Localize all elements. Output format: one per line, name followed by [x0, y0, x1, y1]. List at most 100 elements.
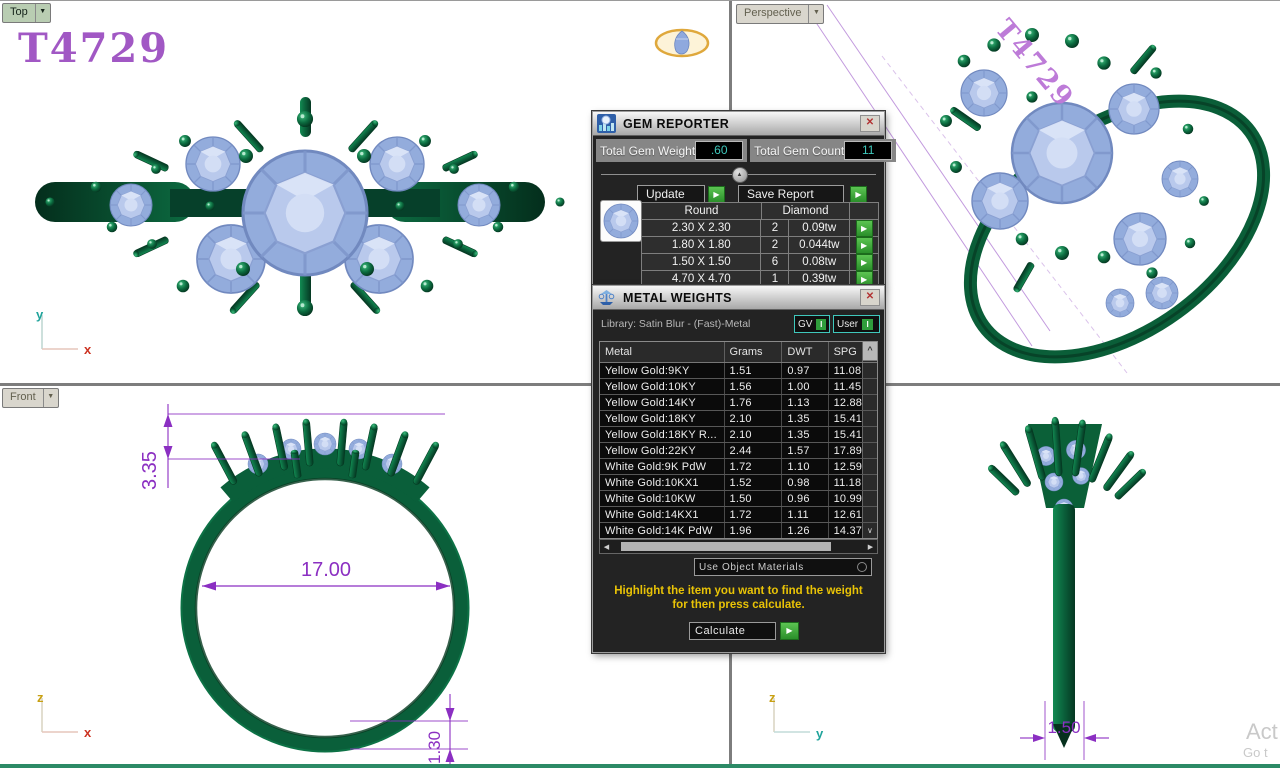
gv-toggle-icon[interactable]: I — [816, 319, 826, 330]
viewport-tab-label: Front — [3, 389, 43, 407]
save-report-go-icon[interactable]: ▶ — [850, 186, 867, 203]
matrix-cad-window: y x T4729 Top ▼ — [0, 0, 1280, 768]
vertical-scrollbar-track[interactable] — [862, 443, 877, 458]
gem-reporter-titlebar[interactable]: GEM REPORTER ✕ — [593, 112, 884, 136]
vertical-scrollbar-track[interactable] — [862, 379, 877, 394]
gem-table-row[interactable]: 2.30 X 2.30 2 0.09tw ▶ — [642, 219, 878, 236]
metal-weights-titlebar[interactable]: METAL WEIGHTS ✕ — [593, 286, 884, 310]
metal-grams: 1.51 — [724, 363, 782, 378]
vertical-scrollbar[interactable]: ^ — [862, 342, 877, 362]
metal-row[interactable]: White Gold:14K PdW 1.96 1.26 14.37 ∨ — [600, 523, 877, 538]
user-button-label: User — [837, 319, 858, 330]
radio-icon[interactable] — [857, 562, 867, 572]
vertical-scrollbar-track[interactable] — [862, 411, 877, 426]
col-dwt: DWT — [781, 342, 827, 362]
ring-shank-side — [1053, 504, 1075, 732]
metal-spg: 11.08 — [828, 363, 862, 378]
close-icon[interactable]: ✕ — [860, 115, 880, 132]
collapse-slider-knob[interactable]: ▲ — [732, 167, 748, 183]
metal-grams: 1.72 — [724, 507, 782, 522]
vertical-scrollbar-track[interactable] — [862, 475, 877, 490]
metal-name: Yellow Gold:14KY — [600, 395, 724, 410]
metal-row[interactable]: Yellow Gold:22KY 2.44 1.57 17.89 — [600, 443, 877, 459]
windows-watermark-line1: Act — [1246, 719, 1278, 745]
metal-spg: 12.61 — [828, 507, 862, 522]
dim-inner-diameter-label: 17.00 — [301, 559, 351, 581]
viewport-tab-perspective[interactable]: Perspective ▼ — [736, 4, 824, 24]
metal-name: Yellow Gold:18KY R... — [600, 427, 724, 442]
metal-row[interactable]: Yellow Gold:18KY R... 2.10 1.35 15.41 — [600, 427, 877, 443]
instruction-line-2: for then press calculate. — [593, 598, 884, 612]
gem-shape-header: Round — [642, 203, 761, 219]
metal-dwt: 1.26 — [781, 523, 827, 538]
metal-name: Yellow Gold:22KY — [600, 443, 724, 458]
chevron-down-icon[interactable]: ▼ — [35, 4, 50, 22]
vertical-scrollbar-track[interactable] — [862, 491, 877, 506]
user-button[interactable]: User I — [833, 315, 880, 333]
gem-row-go-icon[interactable]: ▶ — [856, 237, 873, 254]
viewport-tab-front[interactable]: Front ▼ — [2, 388, 59, 408]
vertical-scrollbar-track[interactable] — [862, 363, 877, 378]
windows-watermark-line2: Go t — [1243, 745, 1268, 760]
metal-row[interactable]: White Gold:10KW 1.50 0.96 10.99 — [600, 491, 877, 507]
vertical-scrollbar-track[interactable] — [862, 459, 877, 474]
metal-grams: 1.96 — [724, 523, 782, 538]
use-object-materials-button[interactable]: Use Object Materials — [694, 558, 872, 576]
metal-name: White Gold:9K PdW — [600, 459, 724, 474]
gem-weight: 0.044tw — [788, 237, 849, 253]
metal-name: Yellow Gold:18KY — [600, 411, 724, 426]
metal-name: White Gold:14KX1 — [600, 507, 724, 522]
gem-table-row[interactable]: 1.80 X 1.80 2 0.044tw ▶ — [642, 236, 878, 253]
horizontal-scrollbar[interactable]: ◀ ▶ — [599, 539, 878, 554]
metal-row[interactable]: Yellow Gold:9KY 1.51 0.97 11.08 — [600, 363, 877, 379]
metal-weights-panel: METAL WEIGHTS ✕ Library: Satin Blur - (F… — [592, 285, 885, 653]
total-gem-weight-value: .60 — [695, 141, 743, 160]
ring-band-front — [189, 472, 461, 744]
total-gem-count-value: 11 — [844, 141, 892, 160]
gv-button[interactable]: GV I — [794, 315, 830, 333]
gem-row-go-icon[interactable]: ▶ — [856, 220, 873, 237]
gem-reporter-icon — [597, 114, 616, 133]
dimension-17-00: 17.00 — [202, 559, 450, 591]
close-icon[interactable]: ✕ — [860, 289, 880, 306]
metal-table: Metal Grams DWT SPG ^ Yellow Gold:9KY 1.… — [599, 341, 878, 539]
gem-table-row[interactable]: 1.50 X 1.50 6 0.08tw ▶ — [642, 253, 878, 270]
vertical-scrollbar-track[interactable] — [862, 507, 877, 522]
metal-row[interactable]: Yellow Gold:18KY 2.10 1.35 15.41 — [600, 411, 877, 427]
metal-row[interactable]: Yellow Gold:14KY 1.76 1.13 12.88 — [600, 395, 877, 411]
horizontal-scrollbar-thumb[interactable] — [621, 542, 831, 551]
gem-table-header: Round Diamond — [642, 203, 878, 219]
metal-name: Yellow Gold:9KY — [600, 363, 724, 378]
metal-grams: 2.44 — [724, 443, 782, 458]
calculate-go-icon[interactable]: ▶ — [780, 622, 799, 640]
axis-h-label: x — [84, 342, 92, 357]
calculate-button[interactable]: Calculate — [689, 622, 776, 640]
gem-thumbnail[interactable] — [600, 200, 642, 242]
scroll-right-icon: ▶ — [864, 543, 877, 551]
gem-row-go-icon[interactable]: ▶ — [856, 254, 873, 271]
vertical-scrollbar-track[interactable] — [862, 395, 877, 410]
update-go-icon[interactable]: ▶ — [708, 186, 725, 203]
chevron-down-icon[interactable]: ▼ — [43, 389, 58, 407]
metal-row[interactable]: White Gold:14KX1 1.72 1.11 12.61 — [600, 507, 877, 523]
use-object-materials-label: Use Object Materials — [699, 562, 804, 573]
viewport-tab-top[interactable]: Top ▼ — [2, 3, 51, 23]
axis-indicator-top: y x — [36, 307, 92, 357]
gem-size: 1.80 X 1.80 — [642, 237, 760, 253]
vertical-scrollbar-track[interactable] — [862, 427, 877, 442]
metal-row[interactable]: White Gold:9K PdW 1.72 1.10 12.59 — [600, 459, 877, 475]
user-toggle-icon[interactable]: I — [862, 319, 873, 330]
axis-indicator-right: z y — [769, 690, 824, 741]
metal-dwt: 0.97 — [781, 363, 827, 378]
metal-row[interactable]: White Gold:10KX1 1.52 0.98 11.18 — [600, 475, 877, 491]
chevron-down-icon[interactable]: ▼ — [808, 5, 823, 23]
metal-spg: 17.89 — [828, 443, 862, 458]
gem-totals-row: Total Gem Weight .60 Total Gem Count 11 — [596, 139, 881, 162]
metal-dwt: 1.57 — [781, 443, 827, 458]
metal-name: White Gold:10KX1 — [600, 475, 724, 490]
vertical-scrollbar[interactable]: ∨ — [862, 523, 877, 538]
metal-name: White Gold:10KW — [600, 491, 724, 506]
metal-row[interactable]: Yellow Gold:10KY 1.56 1.00 11.45 — [600, 379, 877, 395]
gem-count: 2 — [760, 220, 788, 236]
metal-dwt: 1.35 — [781, 427, 827, 442]
